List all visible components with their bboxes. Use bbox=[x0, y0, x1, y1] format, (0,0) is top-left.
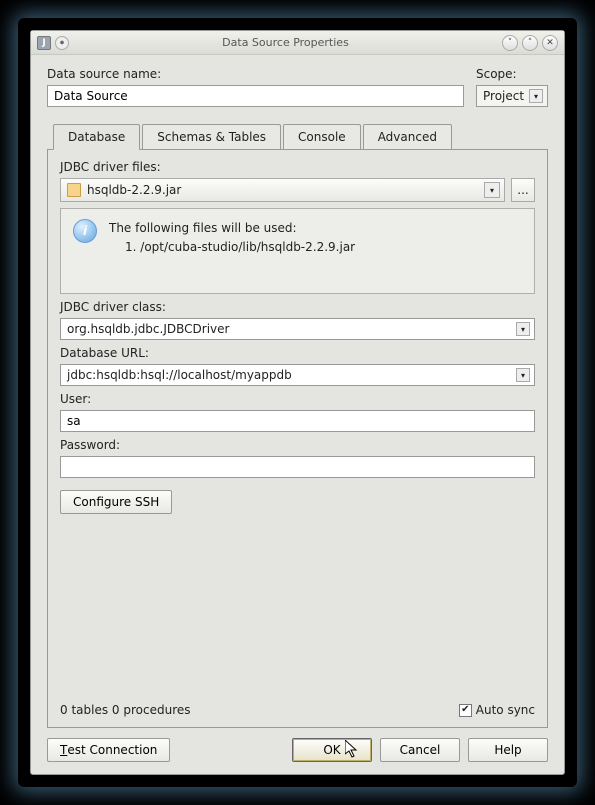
password-input[interactable] bbox=[60, 456, 535, 478]
chevron-down-icon: ▾ bbox=[529, 89, 543, 103]
dialog-window: J ⏺ Data Source Properties ˅ ˄ ✕ Data so… bbox=[30, 30, 565, 775]
scope-value: Project bbox=[483, 89, 525, 103]
driver-file-value: hsqldb-2.2.9.jar bbox=[87, 183, 484, 197]
checkbox-icon: ✔ bbox=[459, 704, 472, 717]
scope-label: Scope: bbox=[476, 67, 548, 81]
app-icon: J bbox=[37, 36, 51, 50]
ok-button[interactable]: OK bbox=[292, 738, 372, 762]
jar-icon bbox=[67, 183, 81, 197]
close-button[interactable]: ✕ bbox=[542, 35, 558, 51]
chevron-down-icon: ▾ bbox=[516, 322, 530, 336]
titlebar: J ⏺ Data Source Properties ˅ ˄ ✕ bbox=[31, 31, 564, 55]
name-label: Data source name: bbox=[47, 67, 464, 81]
tab-console[interactable]: Console bbox=[283, 124, 361, 150]
driver-info-box: i The following files will be used: 1. /… bbox=[60, 208, 535, 294]
maximize-button[interactable]: ˄ bbox=[522, 35, 538, 51]
minimize-button[interactable]: ˅ bbox=[502, 35, 518, 51]
info-item-prefix: 1. bbox=[125, 240, 136, 254]
scope-select[interactable]: Project ▾ bbox=[476, 85, 548, 107]
info-item-path: /opt/cuba-studio/lib/hsqldb-2.2.9.jar bbox=[140, 240, 355, 254]
db-url-value: jdbc:hsqldb:hsql://localhost/myappdb bbox=[67, 368, 516, 382]
db-url-label: Database URL: bbox=[60, 346, 535, 360]
help-button[interactable]: Help bbox=[468, 738, 548, 762]
auto-sync-checkbox[interactable]: ✔ Auto sync bbox=[459, 703, 535, 717]
db-url-combo[interactable]: jdbc:hsqldb:hsql://localhost/myappdb ▾ bbox=[60, 364, 535, 386]
tab-body: JDBC driver files: hsqldb-2.2.9.jar ▾ ..… bbox=[47, 149, 548, 728]
driver-class-value: org.hsqldb.jdbc.JDBCDriver bbox=[67, 322, 516, 336]
cancel-button[interactable]: Cancel bbox=[380, 738, 460, 762]
driver-browse-button[interactable]: ... bbox=[511, 178, 535, 202]
test-connection-button[interactable]: Test Connection bbox=[47, 738, 170, 762]
user-label: User: bbox=[60, 392, 535, 406]
password-label: Password: bbox=[60, 438, 535, 452]
driver-files-combo[interactable]: hsqldb-2.2.9.jar ▾ bbox=[60, 178, 505, 202]
dialog-footer: Test Connection OK Cancel Help bbox=[47, 728, 548, 762]
tab-advanced[interactable]: Advanced bbox=[363, 124, 452, 150]
configure-ssh-button[interactable]: Configure SSH bbox=[60, 490, 172, 514]
test-conn-label-rest: est Connection bbox=[67, 743, 157, 757]
window-title: Data Source Properties bbox=[69, 36, 502, 49]
pin-icon[interactable]: ⏺ bbox=[55, 36, 69, 50]
chevron-down-icon: ▾ bbox=[516, 368, 530, 382]
tab-database[interactable]: Database bbox=[53, 124, 140, 150]
tab-strip: Database Schemas & Tables Console Advanc… bbox=[47, 123, 548, 149]
info-line-1: The following files will be used: bbox=[109, 219, 355, 238]
tab-schemas[interactable]: Schemas & Tables bbox=[142, 124, 281, 150]
status-text: 0 tables 0 procedures bbox=[60, 703, 191, 717]
driver-class-label: JDBC driver class: bbox=[60, 300, 535, 314]
driver-class-combo[interactable]: org.hsqldb.jdbc.JDBCDriver ▾ bbox=[60, 318, 535, 340]
chevron-down-icon: ▾ bbox=[484, 182, 500, 198]
info-icon: i bbox=[73, 219, 97, 243]
driver-files-label: JDBC driver files: bbox=[60, 160, 535, 174]
auto-sync-label: Auto sync bbox=[476, 703, 535, 717]
name-input[interactable] bbox=[47, 85, 464, 107]
user-input[interactable] bbox=[60, 410, 535, 432]
